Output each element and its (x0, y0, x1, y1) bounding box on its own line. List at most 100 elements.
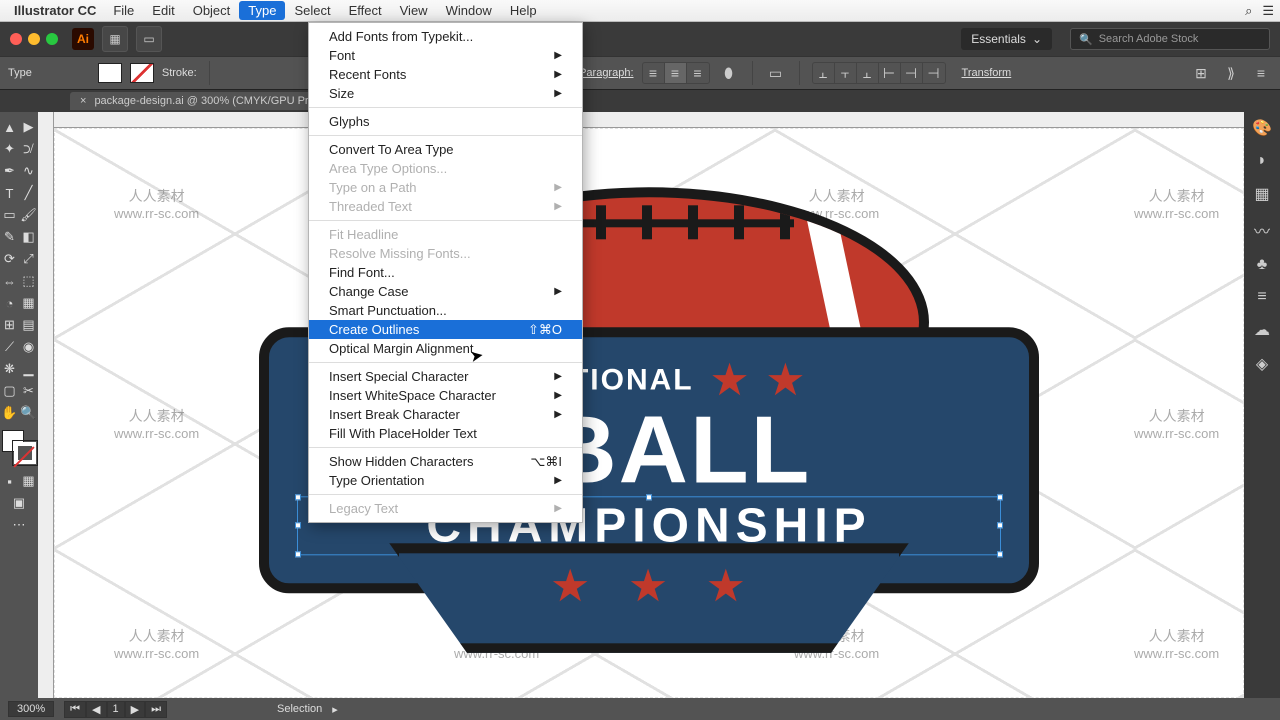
menu-item-optical-margin-alignment[interactable]: Optical Margin Alignment (309, 339, 582, 358)
lasso-tool[interactable]: ⟉ (19, 138, 38, 160)
menu-window[interactable]: Window (437, 1, 501, 20)
swatches-panel-icon[interactable]: ▦ (1254, 184, 1269, 204)
menu-item-size[interactable]: Size▶ (309, 84, 582, 103)
menu-file[interactable]: File (104, 1, 143, 20)
status-chevron-icon[interactable]: ▸ (332, 703, 338, 716)
arrange-button[interactable]: ▭ (136, 26, 162, 52)
zoom-level[interactable]: 300% (8, 701, 54, 717)
direct-selection-tool[interactable]: ▶ (19, 116, 38, 138)
edit-toolbar-icon[interactable]: ⋯ (0, 514, 38, 536)
menu-select[interactable]: Select (285, 1, 339, 20)
align-bottom-icon[interactable]: ⫠ (857, 63, 879, 83)
mesh-tool[interactable]: ⊞ (0, 314, 19, 336)
paintbrush-tool[interactable]: 🖌 (19, 204, 38, 226)
menu-item-type-orientation[interactable]: Type Orientation▶ (309, 471, 582, 490)
menu-item-insert-special-character[interactable]: Insert Special Character▶ (309, 367, 582, 386)
menu-item-create-outlines[interactable]: Create Outlines⇧⌘O (309, 320, 582, 339)
next-page-icon[interactable]: ▶ (125, 701, 145, 718)
curvature-tool[interactable]: ∿ (19, 160, 38, 182)
menu-item-change-case[interactable]: Change Case▶ (309, 282, 582, 301)
stroke-panel-icon[interactable]: ≡ (1257, 288, 1266, 306)
align-vcenter-icon[interactable]: ⫟ (835, 63, 857, 83)
line-tool[interactable]: ╱ (19, 182, 38, 204)
zoom-tool[interactable]: 🔍 (19, 402, 38, 424)
panel-menu-icon[interactable]: ≡ (1250, 62, 1272, 84)
menu-item-insert-break-character[interactable]: Insert Break Character▶ (309, 405, 582, 424)
fill-swatch[interactable] (98, 63, 122, 83)
graph-tool[interactable]: ▁ (19, 358, 38, 380)
menu-item-recent-fonts[interactable]: Recent Fonts▶ (309, 65, 582, 84)
tab-close-icon[interactable]: × (80, 95, 86, 107)
window-traffic-lights[interactable] (10, 33, 58, 45)
magic-wand-tool[interactable]: ✦ (0, 138, 19, 160)
zoom-icon[interactable] (46, 33, 58, 45)
align-top-icon[interactable]: ⫠ (813, 63, 835, 83)
ruler-vertical[interactable] (38, 112, 54, 698)
bridge-button[interactable]: ▦ (102, 26, 128, 52)
shaper-tool[interactable]: ✎ (0, 226, 19, 248)
menu-item-glyphs[interactable]: Glyphs (309, 112, 582, 131)
rotate-tool[interactable]: ⟳ (0, 248, 19, 270)
last-page-icon[interactable]: ⏭ (145, 701, 167, 718)
control-center-icon[interactable]: ☰ (1262, 3, 1274, 19)
free-transform-tool[interactable]: ⬚ (19, 270, 38, 292)
menu-item-insert-whitespace-character[interactable]: Insert WhiteSpace Character▶ (309, 386, 582, 405)
menu-item-font[interactable]: Font▶ (309, 46, 582, 65)
envelope-icon[interactable]: ▭ (765, 62, 787, 84)
page-number[interactable]: 1 (107, 701, 125, 718)
chevron-icon[interactable]: ⟫ (1220, 62, 1242, 84)
align-center-icon[interactable]: ≡ (665, 63, 687, 83)
menu-effect[interactable]: Effect (340, 1, 391, 20)
menu-item-add-fonts-from-typekit-[interactable]: Add Fonts from Typekit... (309, 27, 582, 46)
align-hright-icon[interactable]: ⊣ (923, 63, 945, 83)
blend-tool[interactable]: ◉ (19, 336, 38, 358)
align-right-icon[interactable]: ≡ (687, 63, 709, 83)
menu-help[interactable]: Help (501, 1, 546, 20)
ruler-horizontal[interactable] (54, 112, 1244, 128)
color-mode-icon[interactable]: ▪ (0, 470, 19, 492)
gradient-tool[interactable]: ▤ (19, 314, 38, 336)
menu-item-show-hidden-characters[interactable]: Show Hidden Characters⌥⌘I (309, 452, 582, 471)
symbols-panel-icon[interactable]: ♣ (1257, 256, 1268, 274)
slice-tool[interactable]: ✂ (19, 380, 38, 402)
layers-panel-icon[interactable]: ◈ (1256, 354, 1268, 374)
artboard-nav[interactable]: ⏮ ◀ 1 ▶ ⏭ (64, 701, 167, 718)
brushes-panel-icon[interactable]: 〰 (1254, 218, 1270, 242)
artboard[interactable]: 人人素材www.rr-sc.com人人素材www.rr-sc.com人人素材ww… (54, 128, 1244, 698)
selection-tool[interactable]: ▲ (0, 116, 19, 138)
menu-type[interactable]: Type (239, 1, 285, 20)
eraser-tool[interactable]: ◧ (19, 226, 38, 248)
workspace-switcher[interactable]: Essentials ⌄ (961, 28, 1052, 50)
menu-item-find-font-[interactable]: Find Font... (309, 263, 582, 282)
align-hleft-icon[interactable]: ⊢ (879, 63, 901, 83)
artboard-tool[interactable]: ▢ (0, 380, 19, 402)
stroke-swatch[interactable] (130, 63, 154, 83)
search-stock-input[interactable]: 🔍 Search Adobe Stock (1070, 28, 1270, 50)
gradient-mode-icon[interactable]: ▦ (19, 470, 38, 492)
menu-item-fill-with-placeholder-text[interactable]: Fill With PlaceHolder Text (309, 424, 582, 443)
close-icon[interactable] (10, 33, 22, 45)
pen-tool[interactable]: ✒ (0, 160, 19, 182)
type-tool[interactable]: T (0, 182, 19, 204)
shape-builder-tool[interactable]: ◔ (0, 292, 19, 314)
width-tool[interactable]: ⇔ (0, 270, 19, 292)
color-panel-icon[interactable]: 🎨 (1252, 118, 1272, 138)
symbol-sprayer-tool[interactable]: ❋ (0, 358, 19, 380)
isolate-icon[interactable]: ⊞ (1190, 62, 1212, 84)
fill-stroke-control[interactable] (2, 430, 36, 464)
eyedropper-tool[interactable]: ⟋ (0, 336, 19, 358)
warp-icon[interactable]: ⬮ (718, 62, 740, 84)
align-hcenter-icon[interactable]: ⊣ (901, 63, 923, 83)
perspective-tool[interactable]: ▦ (19, 292, 38, 314)
align-left-icon[interactable]: ≡ (643, 63, 665, 83)
libraries-panel-icon[interactable]: ☁ (1254, 320, 1270, 340)
menu-view[interactable]: View (391, 1, 437, 20)
prev-page-icon[interactable]: ◀ (86, 701, 106, 718)
paragraph-link[interactable]: Paragraph: (579, 67, 633, 79)
minimize-icon[interactable] (28, 33, 40, 45)
screen-mode-icon[interactable]: ▣ (0, 492, 38, 514)
menu-object[interactable]: Object (184, 1, 240, 20)
transform-link[interactable]: Transform (962, 67, 1012, 79)
first-page-icon[interactable]: ⏮ (64, 701, 86, 718)
wifi-icon[interactable]: ⌕ (1245, 3, 1252, 19)
